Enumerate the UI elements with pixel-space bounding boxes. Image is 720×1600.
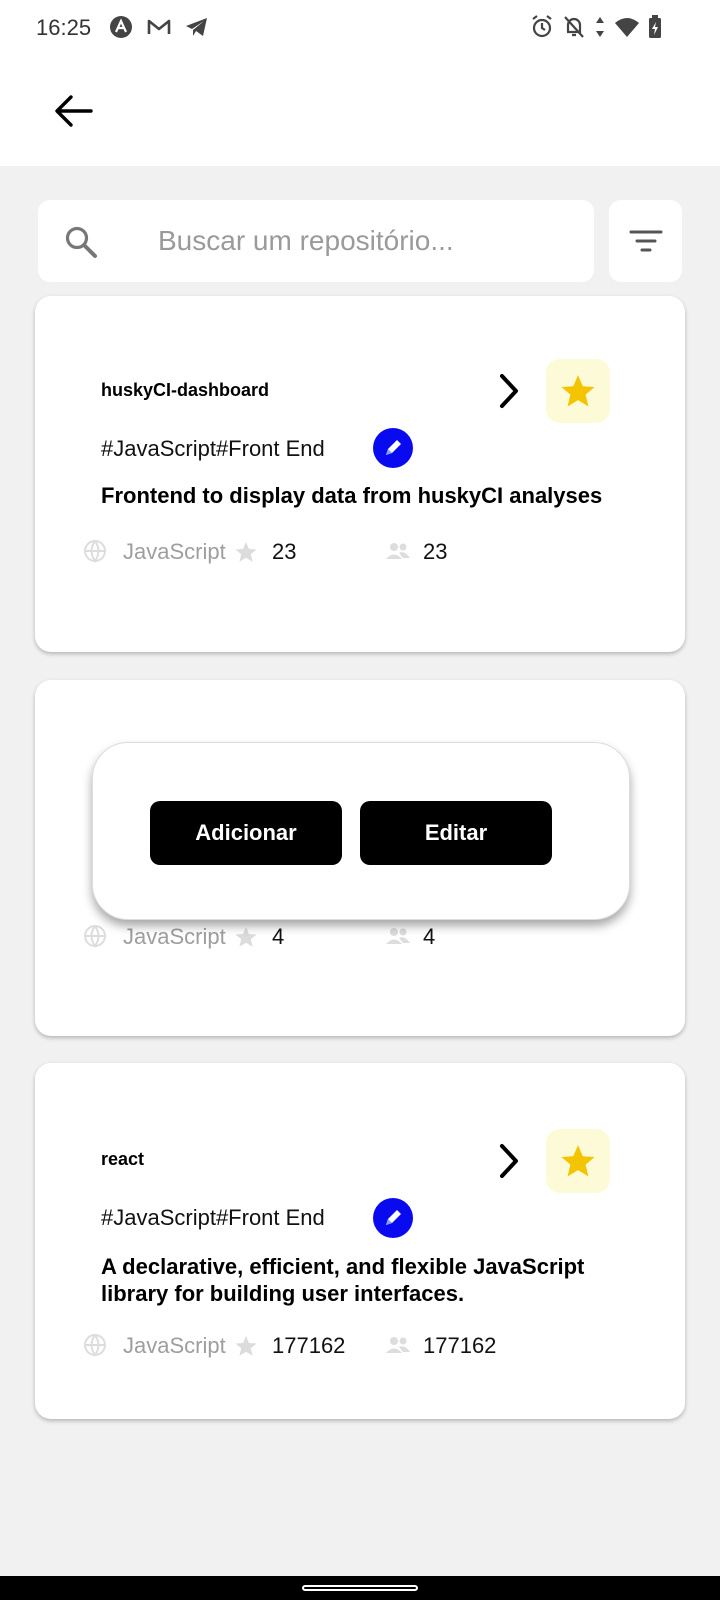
back-button[interactable] bbox=[50, 88, 96, 134]
telegram-icon bbox=[186, 18, 207, 36]
repo-forks: 23 bbox=[423, 539, 448, 564]
repo-description: A declarative, efficient, and flexible J… bbox=[101, 1254, 585, 1306]
repo-meta: JavaScript 4 4 bbox=[35, 922, 685, 952]
people-icon bbox=[386, 928, 410, 944]
edit-button[interactable]: Editar bbox=[360, 801, 552, 865]
edit-tags-button[interactable] bbox=[373, 1198, 413, 1238]
repo-description: Frontend to display data from huskyCI an… bbox=[101, 483, 603, 508]
search-input[interactable] bbox=[158, 220, 578, 262]
repo-tags: #JavaScript#Front End bbox=[101, 436, 325, 461]
status-notification-icons bbox=[108, 14, 210, 40]
battery-icon bbox=[649, 15, 661, 38]
gmail-icon bbox=[147, 19, 171, 34]
people-icon bbox=[386, 543, 410, 559]
globe-icon bbox=[84, 925, 106, 948]
star-icon bbox=[561, 1145, 595, 1177]
repo-language: JavaScript bbox=[123, 539, 226, 564]
star-count-icon bbox=[235, 542, 257, 562]
status-time: 16:25 bbox=[36, 15, 92, 40]
star-icon bbox=[561, 375, 595, 407]
people-icon bbox=[386, 1337, 410, 1353]
favorite-button[interactable] bbox=[546, 359, 610, 423]
star-count-icon bbox=[235, 1336, 257, 1356]
repo-forks: 177162 bbox=[423, 1333, 497, 1358]
app-bar bbox=[0, 56, 720, 166]
favorite-button[interactable] bbox=[546, 1129, 610, 1193]
edit-tags-button[interactable] bbox=[373, 428, 413, 468]
filter-button[interactable] bbox=[609, 200, 682, 282]
repo-name: huskyCI-dashboard bbox=[101, 380, 270, 400]
repo-meta: JavaScript 177162 177162 bbox=[35, 1331, 685, 1361]
status-system-icons bbox=[530, 14, 662, 40]
globe-icon bbox=[84, 540, 106, 563]
system-nav-bar bbox=[0, 1576, 720, 1600]
repo-card: react #JavaScript#Front End A declarativ… bbox=[35, 1063, 685, 1419]
status-bar: 16:25 bbox=[0, 0, 720, 56]
mute-icon bbox=[564, 16, 584, 38]
repo-tags: #JavaScript#Front End bbox=[101, 1205, 325, 1230]
home-gesture-handle[interactable] bbox=[302, 1585, 418, 1591]
globe-icon bbox=[84, 1334, 106, 1357]
search-box bbox=[38, 200, 594, 282]
filter-icon bbox=[629, 230, 662, 252]
repo-stars: 4 bbox=[272, 924, 285, 949]
repo-stars: 177162 bbox=[272, 1333, 346, 1358]
chevron-right-icon[interactable] bbox=[495, 1141, 523, 1181]
alarm-icon bbox=[532, 15, 552, 38]
repo-name: react bbox=[101, 1149, 145, 1169]
repo-language: JavaScript bbox=[123, 1333, 226, 1358]
wifi-icon bbox=[615, 18, 639, 37]
pencil-icon bbox=[386, 1210, 401, 1225]
add-button[interactable]: Adicionar bbox=[150, 801, 342, 865]
repo-meta: JavaScript 23 23 bbox=[35, 537, 685, 567]
data-transfer-icon bbox=[596, 17, 604, 37]
action-popup: Adicionar Editar bbox=[92, 742, 630, 920]
repo-forks: 4 bbox=[423, 924, 436, 949]
chevron-right-icon[interactable] bbox=[495, 371, 523, 411]
repo-language: JavaScript bbox=[123, 924, 226, 949]
arrow-back-icon bbox=[55, 95, 93, 127]
pencil-icon bbox=[386, 440, 401, 455]
repo-card: huskyCI-dashboard #JavaScript#Front End … bbox=[35, 296, 685, 652]
app-notification-icon bbox=[110, 16, 132, 38]
star-count-icon bbox=[235, 927, 257, 947]
search-icon bbox=[65, 226, 97, 258]
repo-stars: 23 bbox=[272, 539, 297, 564]
